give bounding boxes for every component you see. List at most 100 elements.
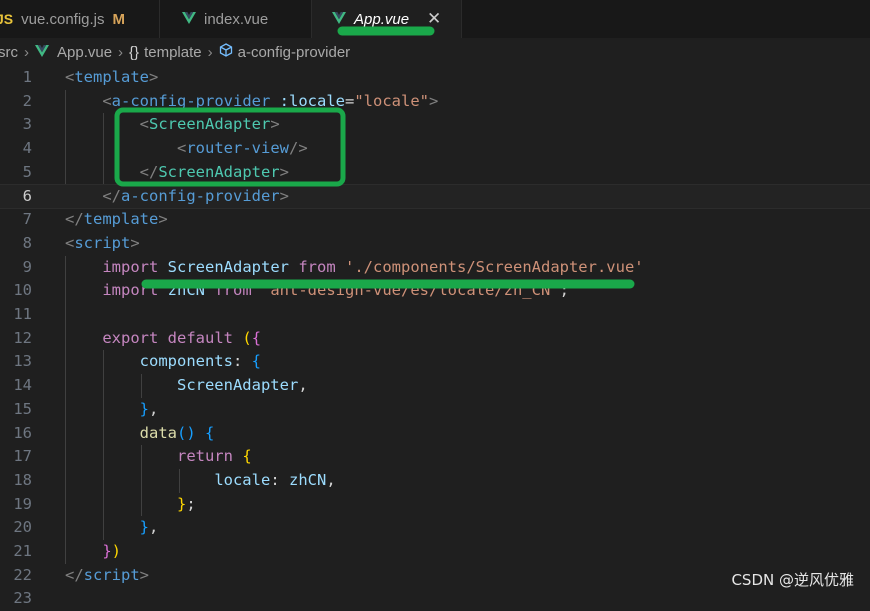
code-token: > [428,91,439,110]
code-token: import [102,281,159,300]
code-token: } [102,542,112,560]
vue-file-icon [35,44,49,61]
code-line[interactable]: 13 components: { [0,350,870,374]
code-token: ( [242,328,252,347]
line-number: 23 [13,589,32,608]
code-token: < [139,115,149,134]
js-file-icon: JS [0,11,14,27]
code-line[interactable]: 16 data() { [0,422,870,446]
line-number: 22 [13,565,32,584]
line-number: 8 [22,233,32,252]
code-token: } [139,399,149,418]
code-text: <script> [65,232,140,256]
code-line[interactable]: 12 export default ({ [0,327,870,351]
code-editor[interactable]: 1 <template> 2 <a-config-provider :locale=… [0,66,870,607]
line-number: 18 [13,470,32,489]
code-line[interactable]: 4 <router-view/> [0,137,870,161]
code-token: < [65,233,75,252]
code-line[interactable]: 23 [0,587,870,611]
code-line[interactable]: 2 <a-config-provider :locale="locale"> [0,90,870,114]
code-token: ; [559,281,569,300]
code-token: </ [65,565,84,584]
line-number: 10 [13,281,32,300]
line-number: 4 [22,139,32,158]
code-token: script [74,233,131,252]
code-token: > [158,210,168,229]
chevron-right-icon: › [24,43,29,61]
code-text: <a-config-provider :locale="locale"> [65,90,438,114]
code-line[interactable]: 7 </template> [0,208,870,232]
code-token: ) [111,542,122,560]
code-line[interactable]: 11 [0,303,870,327]
code-text: locale: zhCN, [65,469,335,493]
code-line[interactable]: 21 }) [0,540,870,564]
line-number: 16 [13,423,32,442]
code-text: <router-view/> [65,137,308,161]
code-text: export default ({ [65,327,261,351]
line-number: 15 [13,399,32,418]
code-token: > [270,115,280,134]
breadcrumb-item-a-config-provider[interactable]: a-config-provider [238,44,351,61]
code-line[interactable]: 19 }; [0,493,870,517]
braces-icon: {} [129,43,140,61]
code-token: ; [186,494,196,513]
code-line[interactable]: 18 locale: zhCN, [0,469,870,493]
breadcrumb-item-app-vue[interactable]: App.vue [57,44,112,61]
tab-vue-config-js[interactable]: JS vue.config.js M [0,0,160,38]
line-number: 3 [22,115,32,134]
line-number: 17 [13,447,32,466]
code-line[interactable]: 6 </a-config-provider> [0,183,870,210]
code-token: < [176,139,187,158]
code-token: < [65,68,75,86]
code-token: > [139,565,150,584]
line-number: 1 [22,68,32,86]
code-text: components: { [65,350,261,374]
breadcrumb-item-template[interactable]: template [144,44,202,61]
code-line[interactable]: 3 <ScreenAdapter> [0,113,870,137]
tab-app-vue[interactable]: App.vue ✕ [312,0,462,38]
close-icon[interactable]: ✕ [427,9,441,29]
code-token: "locale" [354,91,429,110]
code-text: }, [65,516,159,540]
modified-badge: M [112,10,126,28]
code-line[interactable]: 1 <template> [0,66,870,90]
code-line[interactable]: 8 <script> [0,232,870,256]
code-token: } [139,518,149,537]
code-token: = [344,91,355,110]
code-token: } [176,494,187,513]
code-token: template [83,210,159,229]
code-token: </ [102,186,121,205]
code-line[interactable]: 20 }, [0,516,870,540]
line-number: 19 [13,494,32,513]
code-token: a-config-provider [121,186,280,205]
code-token: ScreenAdapter [158,162,280,181]
code-line[interactable]: 17 return { [0,445,870,469]
code-line[interactable]: 15 }, [0,398,870,422]
code-token: < [102,91,112,110]
tab-index-vue[interactable]: index.vue [160,0,312,38]
tab-label: index.vue [204,10,269,28]
code-token: default [167,328,233,347]
breadcrumb-item-src[interactable]: src [0,44,18,61]
line-number: 5 [22,162,32,181]
code-token: { [242,447,252,466]
code-token: ScreenAdapter [167,257,289,276]
tab-label: vue.config.js [21,10,105,28]
code-line[interactable]: 10 import zhCN from 'ant-design-vue/es/l… [0,279,870,303]
code-line[interactable]: 9 import ScreenAdapter from './component… [0,256,870,280]
code-token: :locale [279,91,345,110]
code-line[interactable]: 14 ScreenAdapter, [0,374,870,398]
chevron-right-icon: › [207,43,213,61]
code-token: , [149,399,159,418]
code-line[interactable]: 5 </ScreenAdapter> [0,161,870,185]
code-token: </ [65,210,84,229]
code-token: { [251,328,262,347]
code-text: import ScreenAdapter from './components/… [65,256,643,280]
